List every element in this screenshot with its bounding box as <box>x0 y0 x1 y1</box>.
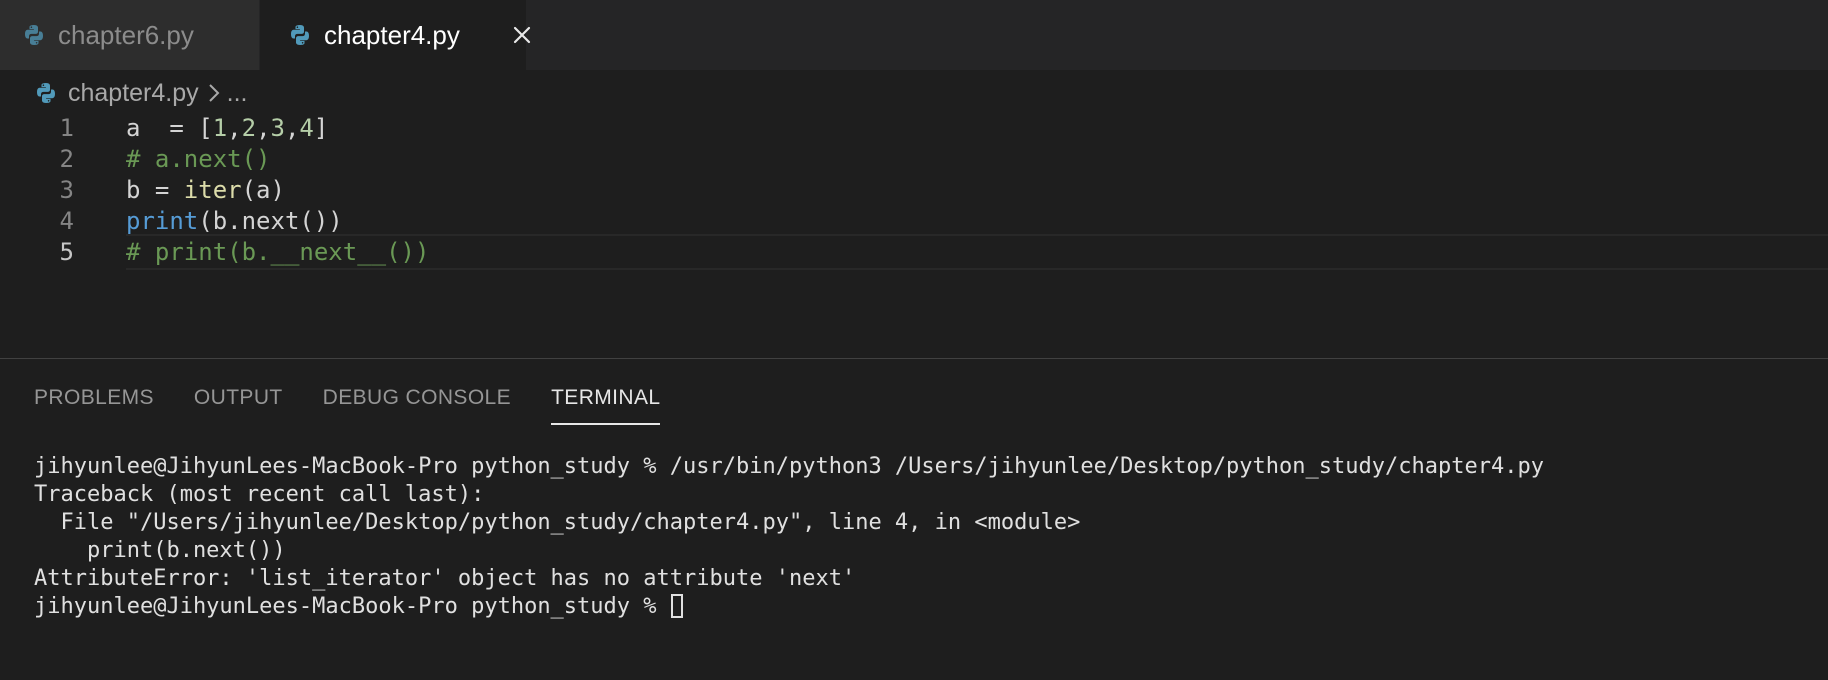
code-token: 1 <box>212 114 228 142</box>
close-icon[interactable] <box>510 23 534 47</box>
code-token: (a) <box>241 176 285 204</box>
tab-chapter4[interactable]: chapter4.py <box>260 0 531 70</box>
code-token: print <box>126 207 199 235</box>
code-text: # print(b.__next__()) <box>126 234 429 270</box>
code-token: , <box>227 114 242 142</box>
terminal-prompt-line[interactable]: jihyunlee@JihyunLees-MacBook-Pro python_… <box>34 593 1814 621</box>
python-file-icon <box>291 25 309 45</box>
python-file-icon <box>25 25 43 45</box>
code-editor[interactable]: 1a = [1,2,3,4] 2 # a.next() 3 b = iter(a) 4 pr… <box>0 112 1828 357</box>
line-number: 5 <box>59 238 74 266</box>
code-line[interactable]: # print(b.__next__()) <box>126 234 1828 270</box>
tab-output[interactable]: OUTPUT <box>194 379 283 425</box>
tab-label: chapter6.py <box>58 19 194 50</box>
tab-terminal[interactable]: TERMINAL <box>551 379 661 425</box>
code-token: # print(b.__next__()) <box>126 238 430 266</box>
editor-tab-bar: chapter6.py chapter4.py <box>0 0 1828 70</box>
code-token: 3 <box>270 114 285 142</box>
terminal-output[interactable]: jihyunlee@JihyunLees-MacBook-Pro python_… <box>34 453 1814 621</box>
tab-label: chapter4.py <box>324 19 460 50</box>
code-token: ] <box>313 114 329 142</box>
code-token: , <box>284 114 300 142</box>
code-token: a = [ <box>126 114 213 142</box>
chevron-right-icon <box>208 84 220 102</box>
breadcrumb-more[interactable]: ... <box>227 79 248 108</box>
terminal-line: File "/Users/jihyunlee/Desktop/python_st… <box>34 510 1081 535</box>
panel-tab-bar: PROBLEMS OUTPUT DEBUG CONSOLE TERMINAL <box>34 379 700 425</box>
code-token: b = <box>126 176 184 204</box>
bottom-panel: PROBLEMS OUTPUT DEBUG CONSOLE TERMINAL j… <box>0 358 1828 680</box>
terminal-cursor <box>670 594 683 618</box>
code-token: (b.next()) <box>198 207 343 235</box>
code-token: iter <box>183 176 242 204</box>
code-token: # a.next() <box>126 145 271 173</box>
code-token: , <box>256 114 271 142</box>
breadcrumb-file[interactable]: chapter4.py <box>68 79 199 108</box>
terminal-line: Traceback (most recent call last): <box>34 482 485 507</box>
terminal-line: jihyunlee@JihyunLees-MacBook-Pro python_… <box>34 454 1544 479</box>
vscode-window: chapter6.py chapter4.py chapter4.py ... … <box>0 0 1828 680</box>
code-token: 2 <box>241 114 257 142</box>
terminal-line: print(b.next()) <box>34 538 286 563</box>
terminal-line: AttributeError: 'list_iterator' object h… <box>34 566 856 591</box>
python-file-icon <box>37 83 55 103</box>
breadcrumb: chapter4.py ... <box>34 76 247 110</box>
code-token: 4 <box>299 114 314 142</box>
tab-debug-console[interactable]: DEBUG CONSOLE <box>323 379 511 425</box>
terminal-prompt: jihyunlee@JihyunLees-MacBook-Pro python_… <box>34 594 670 619</box>
tab-chapter6[interactable]: chapter6.py <box>0 0 260 70</box>
tab-problems[interactable]: PROBLEMS <box>34 379 154 425</box>
